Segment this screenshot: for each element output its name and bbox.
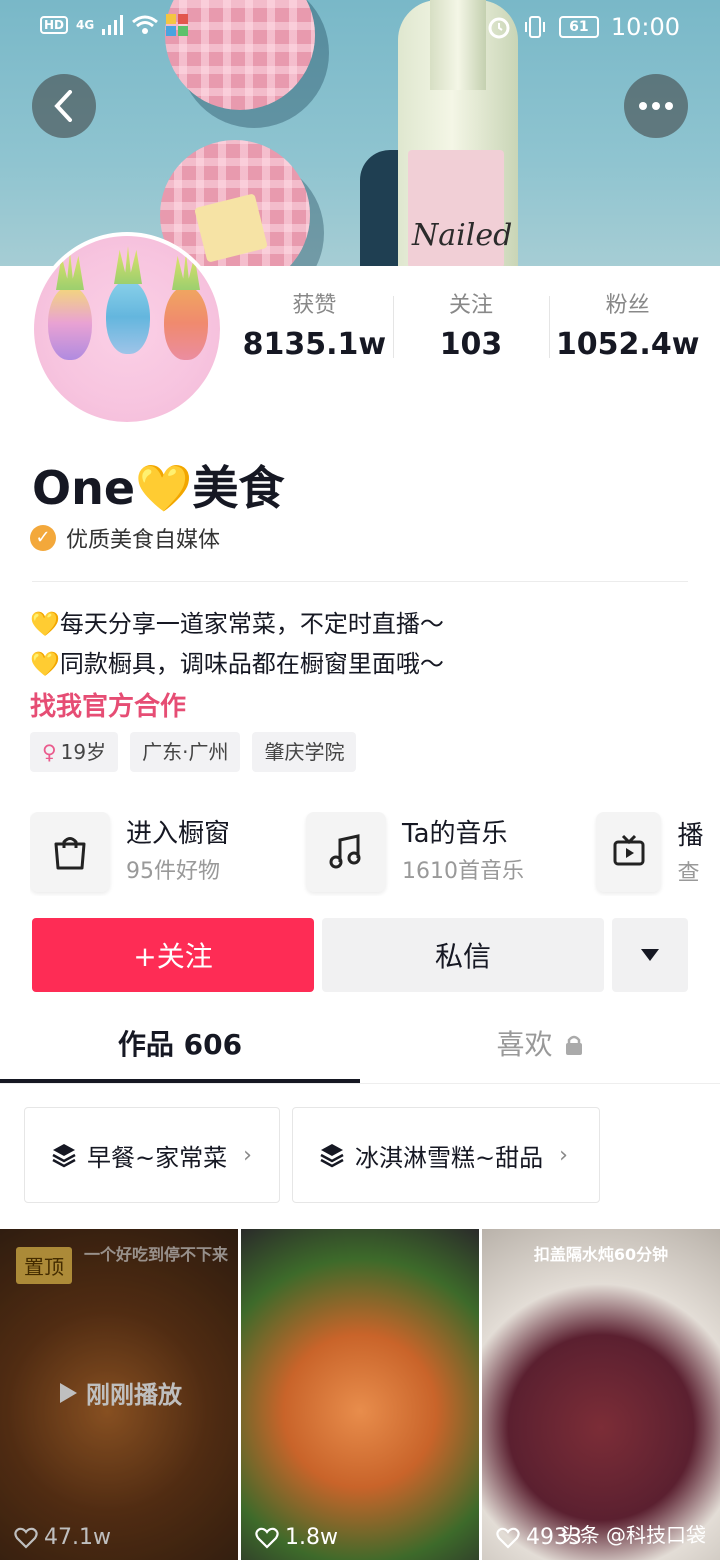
verified-check-icon: ✓ — [30, 525, 56, 551]
collection-breakfast[interactable]: 早餐~家常菜 › — [24, 1107, 280, 1203]
shortcut-subtitle: 1610首音乐 — [402, 859, 524, 884]
bio: 💛每天分享一道家常菜，不定时直播～ 💛同款橱具，调味品都在橱窗里面哦～ — [30, 604, 444, 684]
video-thumbnail[interactable]: 一个好吃到停不下来 置顶 刚刚播放 47.1w — [0, 1229, 238, 1560]
tab-works[interactable]: 作品 606 — [0, 1010, 360, 1083]
more-dots-icon — [639, 102, 673, 110]
more-options-button[interactable] — [624, 74, 688, 138]
pinned-badge: 置顶 — [16, 1247, 72, 1284]
collection-label: 冰淇淋雪糕~甜品 — [355, 1143, 544, 1172]
play-icon — [60, 1382, 77, 1403]
vibrate-icon — [524, 16, 545, 38]
shortcut-subtitle: 95件好物 — [126, 859, 220, 884]
shortcut-music[interactable]: Ta的音乐 1610首音乐 — [306, 812, 524, 892]
stat-label: 关注 — [449, 293, 494, 318]
clock: 10:00 — [610, 13, 680, 41]
alarm-icon — [488, 17, 510, 39]
chevron-right-icon: › — [243, 1142, 252, 1168]
tab-likes-label: 喜欢 — [496, 1028, 553, 1061]
collection-dessert[interactable]: 冰淇淋雪糕~甜品 › — [292, 1107, 600, 1203]
battery-indicator: 61 — [558, 16, 599, 38]
stat-label: 获赞 — [292, 293, 337, 318]
stat-followers[interactable]: 粉丝 1052.4w — [549, 290, 706, 370]
shortcut-live[interactable]: 直播 查看 — [596, 812, 720, 892]
verified-label: 优质美食自媒体 — [66, 528, 221, 553]
stat-value: 103 — [439, 327, 503, 362]
heart-icon — [255, 1527, 279, 1549]
expand-button[interactable] — [612, 918, 688, 992]
back-arrow-icon — [54, 90, 72, 122]
shortcut-title: 直播 — [677, 821, 704, 851]
location-tag: 广东·广州 — [130, 732, 241, 772]
follow-button[interactable]: +关注 — [32, 918, 314, 992]
cooperation-link[interactable]: 找我官方合作 — [30, 686, 186, 723]
wifi-icon — [132, 15, 159, 34]
video-grid: 一个好吃到停不下来 置顶 刚刚播放 47.1w 1.8w 扣盖隔水炖60分钟 4… — [0, 1229, 720, 1560]
likes-count: 47.1w — [44, 1525, 111, 1550]
pineapple-blue — [106, 280, 150, 354]
shopping-bag-icon — [30, 812, 110, 892]
age-text: 19岁 — [60, 740, 107, 764]
tv-icon — [596, 812, 662, 892]
just-played-label: 刚刚播放 — [58, 1375, 182, 1410]
avatar-image — [34, 236, 220, 422]
profile-tags: ♀ 19岁 广东·广州 肇庆学院 — [30, 732, 357, 772]
network-type: 4G — [76, 18, 95, 32]
collection-list: 早餐~家常菜 › 冰淇淋雪糕~甜品 › — [24, 1107, 600, 1203]
verification-row: ✓ 优质美食自媒体 — [30, 522, 220, 554]
video-thumbnail[interactable]: 扣盖隔水炖60分钟 4933 头条 @科技口袋 — [482, 1229, 720, 1560]
lock-icon — [566, 1035, 583, 1055]
stat-likes[interactable]: 获赞 8135.1w — [236, 290, 393, 370]
shortcut-title: 进入橱窗 — [126, 819, 231, 849]
female-icon: ♀ — [42, 740, 57, 764]
stat-value: 1052.4w — [555, 327, 700, 362]
collection-label: 早餐~家常菜 — [87, 1143, 228, 1172]
bottle-label-text: Nailed — [412, 218, 513, 253]
stat-following[interactable]: 关注 103 — [392, 290, 550, 370]
app-notification-icon — [166, 14, 189, 36]
avatar[interactable] — [30, 232, 224, 426]
action-buttons: +关注 私信 — [32, 918, 688, 992]
layers-icon — [52, 1144, 76, 1168]
hd-indicator: HD — [40, 16, 69, 34]
shortcut-row: 进入橱窗 95件好物 Ta的音乐 1610首音乐 直播 查看 — [30, 812, 720, 896]
bio-line: 💛同款橱具，调味品都在橱窗里面哦～ — [30, 650, 444, 678]
music-note-icon — [306, 812, 386, 892]
bio-line: 💛每天分享一道家常菜，不定时直播～ — [30, 610, 444, 638]
shortcut-subtitle: 查看 — [677, 861, 700, 886]
video-caption: 扣盖隔水炖60分钟 — [533, 1245, 669, 1264]
heart-icon — [14, 1527, 38, 1549]
layers-icon — [320, 1144, 344, 1168]
just-played-text: 刚刚播放 — [86, 1381, 182, 1409]
chevron-right-icon: › — [559, 1142, 568, 1168]
video-likes: 1.8w — [255, 1525, 338, 1550]
status-bar: HD 4G 61 10:00 — [0, 0, 720, 56]
age-tag: ♀ 19岁 — [30, 732, 119, 772]
triangle-down-icon — [641, 949, 659, 961]
school-tag: 肇庆学院 — [252, 732, 357, 772]
video-likes: 47.1w — [14, 1525, 111, 1550]
profile-name: One💛美食 — [32, 461, 285, 515]
tab-likes[interactable]: 喜欢 — [360, 1010, 720, 1083]
bottle-label: Nailed — [408, 150, 512, 268]
stat-label: 粉丝 — [605, 293, 650, 318]
profile-stats: 获赞 8135.1w 关注 103 粉丝 1052.4w — [236, 290, 706, 370]
content-tabs: 作品 606 喜欢 — [0, 1010, 720, 1084]
shortcut-title: Ta的音乐 — [402, 819, 508, 849]
shortcut-showcase[interactable]: 进入橱窗 95件好物 — [30, 812, 230, 892]
video-thumbnail[interactable]: 1.8w — [241, 1229, 479, 1560]
watermark: 头条 @科技口袋 — [559, 1523, 706, 1547]
heart-icon — [496, 1527, 520, 1549]
back-button[interactable] — [32, 74, 96, 138]
likes-count: 1.8w — [285, 1525, 338, 1550]
pineapple-orange — [164, 286, 208, 360]
pineapple-yellow — [48, 286, 92, 360]
stat-value: 8135.1w — [242, 327, 387, 362]
message-button[interactable]: 私信 — [322, 918, 604, 992]
signal-icon — [102, 15, 124, 35]
divider — [32, 581, 688, 582]
tab-indicator — [0, 1079, 360, 1083]
